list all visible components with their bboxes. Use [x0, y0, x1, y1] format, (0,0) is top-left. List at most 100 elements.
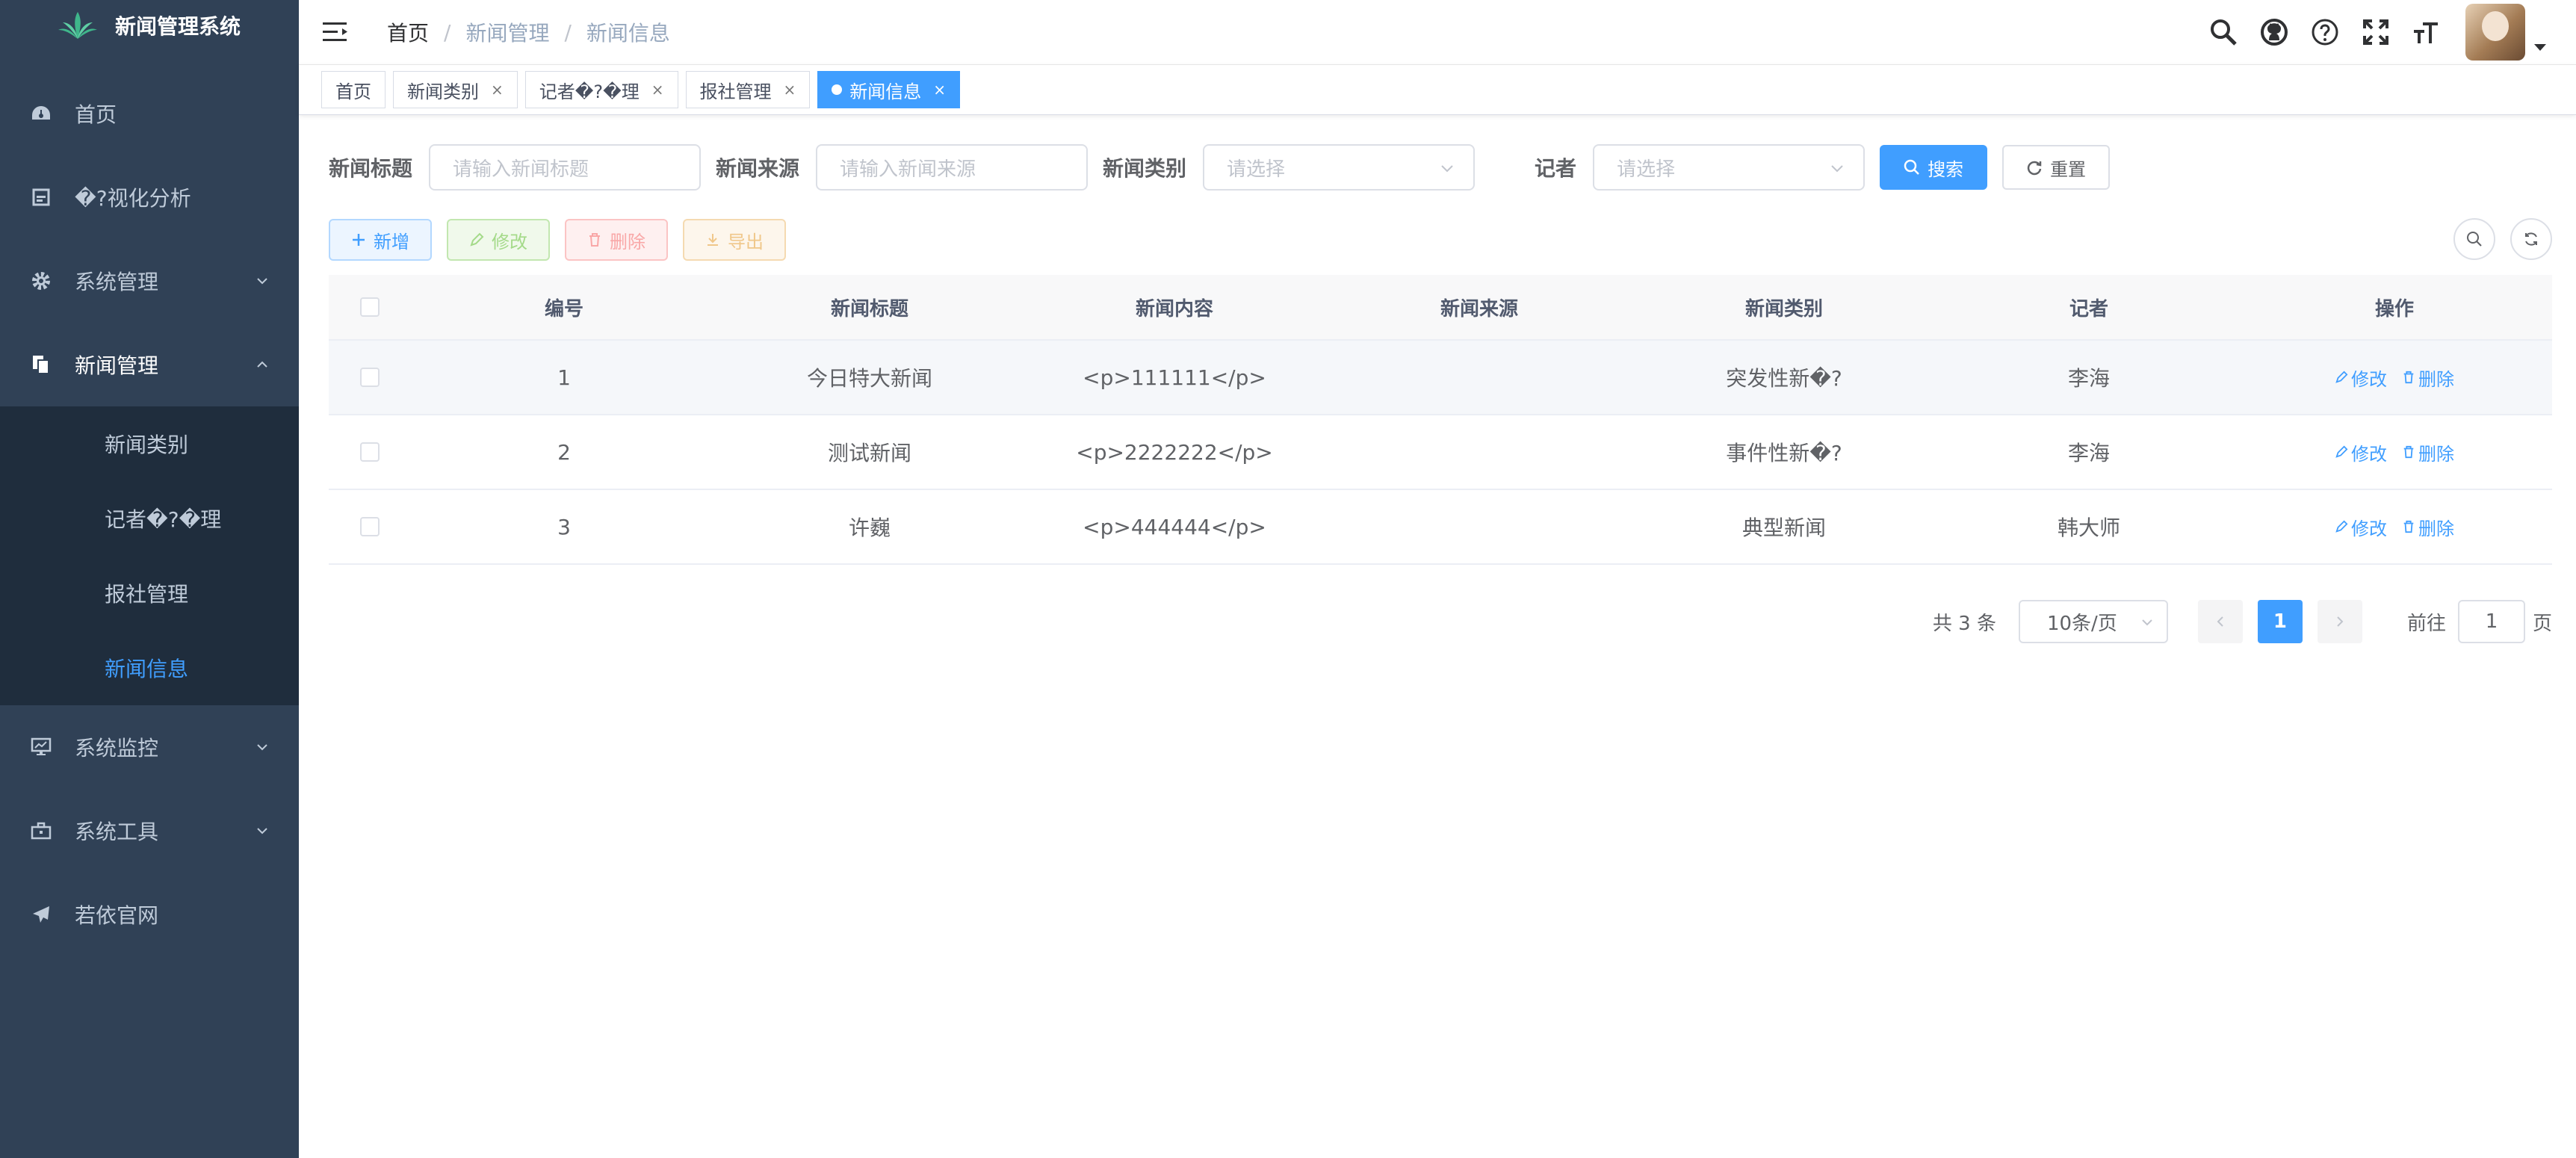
row-delete-link[interactable]: 删除	[2402, 365, 2454, 391]
sidebar-item-label: 系统工具	[75, 820, 159, 844]
avatar[interactable]	[2465, 4, 2525, 61]
tag-news-info[interactable]: 新闻信息 ×	[817, 71, 961, 108]
refresh-icon	[2525, 232, 2537, 246]
cell-content: <p>2222222</p>	[1076, 439, 1273, 465]
cell-reporter: 韩大师	[2057, 515, 2120, 540]
source-filter-label: 新闻来源	[716, 156, 800, 181]
help-icon[interactable]	[2309, 16, 2341, 49]
logo-leaf-icon	[57, 10, 99, 40]
right-toolbar	[2439, 218, 2552, 260]
table-row[interactable]: 3 许巍 <p>444444</p> 典型新闻 韩大师 修改 删除	[329, 490, 2552, 565]
refresh-icon	[2026, 159, 2043, 176]
sidebar-item-system[interactable]: 系统管理	[0, 239, 299, 323]
cell-reporter: 李海	[2067, 441, 2110, 465]
breadcrumb-news-management: 新闻管理	[465, 21, 550, 46]
sidebar-item-news[interactable]: 新闻管理	[0, 323, 299, 406]
reset-button-label: 重置	[2050, 158, 2087, 180]
page-suffix: 页	[2532, 612, 2552, 635]
category-filter-select[interactable]: 请选择	[1203, 144, 1476, 191]
dashboard-icon	[30, 102, 52, 125]
row-edit-label: 修改	[2351, 368, 2387, 390]
sidebar-item-analytics[interactable]: �?视化分析	[0, 155, 299, 239]
cell-actions: 修改 删除	[2241, 365, 2548, 391]
select-all-checkbox[interactable]	[360, 297, 380, 317]
cell-id: 2	[557, 439, 571, 465]
source-filter-input[interactable]: 请输入新闻来源	[816, 144, 1089, 191]
row-checkbox[interactable]	[360, 517, 380, 536]
edit-icon	[2335, 445, 2348, 458]
close-icon[interactable]: ×	[784, 81, 796, 99]
title-filter-input[interactable]: 请输入新闻标题	[429, 144, 702, 191]
close-icon[interactable]: ×	[491, 81, 504, 99]
refresh-button[interactable]	[2510, 218, 2552, 260]
goto-page-input[interactable]: 1	[2457, 600, 2525, 643]
chevron-down-icon	[257, 278, 267, 285]
breadcrumb-separator: /	[444, 19, 451, 45]
select-all-cell	[329, 297, 411, 317]
search-button[interactable]: 搜索	[1880, 145, 1988, 190]
delete-button[interactable]: 删除	[565, 219, 668, 261]
close-icon[interactable]: ×	[933, 81, 946, 99]
sidebar-item-label: 若依官网	[75, 903, 159, 928]
tag-news-category[interactable]: 新闻类别 ×	[393, 71, 518, 108]
tag-reporter[interactable]: 记者�?�理 ×	[524, 71, 678, 108]
row-edit-label: 修改	[2351, 518, 2387, 539]
row-delete-label: 删除	[2418, 443, 2454, 465]
sidebar-subitem-news-info[interactable]: 新闻信息	[0, 631, 299, 705]
font-size-icon[interactable]	[2410, 16, 2443, 49]
prev-page-button[interactable]	[2197, 600, 2243, 643]
github-icon[interactable]	[2258, 16, 2291, 49]
edit-icon	[2335, 520, 2348, 533]
page-size-value: 10条/页	[2046, 612, 2117, 635]
next-page-button[interactable]	[2317, 600, 2362, 643]
cell-category: 典型新闻	[1741, 515, 1826, 540]
close-icon[interactable]: ×	[651, 81, 664, 99]
search-icon[interactable]	[2207, 16, 2240, 49]
sidebar-subitem-news-category[interactable]: 新闻类别	[0, 406, 299, 481]
edit-button[interactable]: 修改	[447, 219, 550, 261]
row-edit-link[interactable]: 修改	[2335, 514, 2387, 540]
row-select-cell	[329, 442, 411, 462]
row-delete-link[interactable]: 删除	[2402, 439, 2454, 465]
export-button[interactable]: 导出	[683, 219, 786, 261]
edit-icon	[2335, 371, 2348, 383]
reset-button[interactable]: 重置	[2002, 145, 2111, 190]
sidebar-subitem-press[interactable]: 报社管理	[0, 556, 299, 631]
fullscreen-icon[interactable]	[2359, 16, 2392, 49]
row-edit-link[interactable]: 修改	[2335, 365, 2387, 391]
sidebar-subitem-reporter[interactable]: 记者�?�理	[0, 481, 299, 556]
cell-reporter: 李海	[2067, 366, 2110, 391]
page-size-select[interactable]: 10条/页	[2018, 600, 2168, 643]
tag-home[interactable]: 首页	[321, 71, 386, 108]
row-checkbox[interactable]	[360, 368, 380, 387]
caret-down-icon[interactable]	[2534, 43, 2546, 51]
tag-label: 记者�?�理	[539, 81, 640, 102]
sidebar-item-tools[interactable]: 系统工具	[0, 789, 299, 873]
sidebar-item-official-site[interactable]: 若依官网	[0, 873, 299, 956]
edit-button-label: 修改	[492, 231, 527, 253]
table-row[interactable]: 1 今日特大新闻 <p>111111</p> 突发性新�? 李海 修改 删除	[329, 341, 2552, 415]
header-actions	[2189, 0, 2546, 64]
table-row[interactable]: 2 测试新闻 <p>2222222</p> 事件性新�? 李海 修改 删除	[329, 415, 2552, 490]
placeholder: 请选择	[1227, 158, 1286, 181]
row-select-cell	[329, 517, 411, 536]
column-header: 操作	[2374, 297, 2414, 321]
sidebar-item-monitor[interactable]: 系统监控	[0, 705, 299, 789]
top-header: 首页 / 新闻管理 / 新闻信息	[299, 0, 2576, 64]
sidebar-item-home[interactable]: 首页	[0, 72, 299, 155]
reporter-filter-select[interactable]: 请选择	[1593, 144, 1866, 191]
toggle-search-button[interactable]	[2453, 218, 2495, 260]
sidebar: 新闻管理系统 首页 �?视化分析 系统管理 新闻管理 新闻类别 记者�?�理 报…	[0, 0, 299, 1158]
breadcrumb-home[interactable]: 首页	[387, 17, 429, 47]
toolbox-icon	[30, 820, 52, 842]
tag-label: 报社管理	[699, 81, 772, 102]
pagination: 共 3 条 10条/页 1 前往 1 页	[1933, 599, 2552, 644]
row-checkbox[interactable]	[360, 442, 380, 462]
page-number-button[interactable]: 1	[2257, 600, 2303, 643]
tag-press[interactable]: 报社管理 ×	[685, 71, 811, 108]
row-delete-link[interactable]: 删除	[2402, 514, 2454, 540]
hamburger-icon[interactable]	[323, 21, 350, 43]
row-edit-link[interactable]: 修改	[2335, 439, 2387, 465]
logo[interactable]: 新闻管理系统	[0, 0, 299, 51]
add-button[interactable]: 新增	[329, 219, 432, 261]
